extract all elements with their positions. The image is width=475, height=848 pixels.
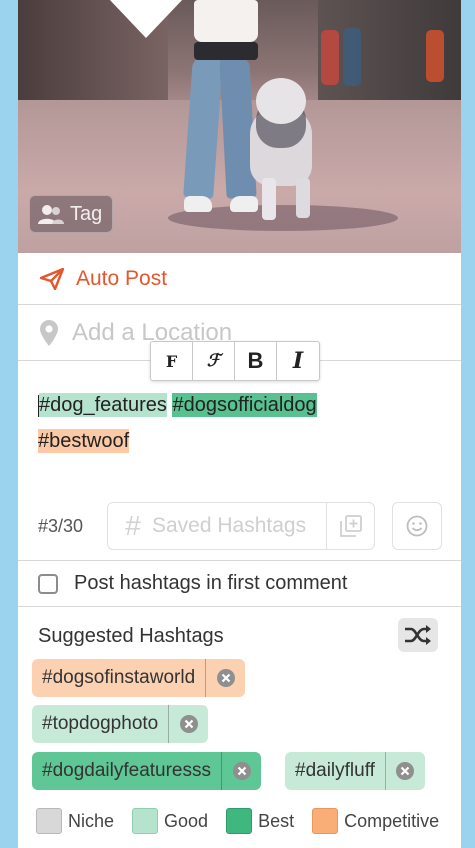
suggested-hashtag-chip[interactable]: #topdogphoto <box>32 705 209 743</box>
tag-button[interactable]: Tag <box>29 195 113 233</box>
auto-post-row[interactable]: Auto Post <box>18 253 461 305</box>
remove-chip-button[interactable] <box>221 752 261 790</box>
remove-chip-button[interactable] <box>168 705 208 743</box>
legend-item-niche: Niche <box>36 808 114 834</box>
post-photo[interactable]: Tag <box>18 0 461 253</box>
photo-bg-person <box>426 30 444 82</box>
suggested-hashtag-text[interactable]: #dailyfluff <box>285 760 385 782</box>
add-saved-hashtags-button[interactable] <box>326 503 374 549</box>
hash-icon: # <box>125 510 141 541</box>
caption-editor[interactable]: #dog_features #dogsofficialdog #bestwoof… <box>18 361 461 561</box>
close-circle-icon <box>179 715 198 733</box>
first-comment-label: Post hashtags in first comment <box>74 572 348 594</box>
remove-chip-button[interactable] <box>384 752 425 790</box>
close-circle-icon <box>232 762 251 780</box>
emoji-button[interactable] <box>392 502 442 550</box>
legend-swatch <box>312 808 339 834</box>
hashtag-legend: Niche Good Best Competitive <box>36 808 457 834</box>
legend-item-best: Best <box>226 808 294 834</box>
users-icon <box>38 205 64 224</box>
legend-label: Best <box>258 810 295 831</box>
photo-bg-person <box>321 30 339 85</box>
suggested-hashtag-chip[interactable]: #dogsofinstaworld <box>32 659 246 697</box>
caption-hashtag-best[interactable]: #dogsofficialdog <box>172 393 317 417</box>
legend-label: Niche <box>68 810 115 831</box>
photo-person-shoe <box>230 196 258 212</box>
map-pin-icon <box>40 319 58 346</box>
legend-item-good: Good <box>132 808 208 834</box>
script-font-button[interactable]: ℱ <box>193 342 235 380</box>
add-square-icon <box>339 515 362 537</box>
saved-hashtags-label: Saved Hashtags <box>152 514 307 537</box>
paper-plane-icon <box>40 267 64 290</box>
serif-font-button[interactable]: F <box>151 342 193 380</box>
italic-button[interactable]: I <box>277 342 319 380</box>
suggested-hashtags-title: Suggested Hashtags <box>38 625 224 647</box>
legend-label: Competitive <box>344 810 440 831</box>
shuffle-button[interactable] <box>398 618 438 652</box>
hashtag-counter: #3/30 <box>38 516 84 536</box>
suggested-hashtag-text[interactable]: #dogdailyfeaturesss <box>32 760 221 782</box>
caption-hashtag-good[interactable]: #dog_features <box>39 393 167 417</box>
auto-post-label: Auto Post <box>76 266 168 290</box>
suggested-hashtag-text[interactable]: #dogsofinstaworld <box>32 667 205 689</box>
photo-dog-leg <box>296 178 310 218</box>
photo-pointer-notch <box>108 0 184 38</box>
suggested-hashtag-chip[interactable]: #dogdailyfeaturesss <box>32 752 261 790</box>
text-format-toolbar: F ℱ B I <box>150 341 320 381</box>
legend-item-competitive: Competitive <box>312 808 439 834</box>
legend-label: Good <box>164 810 209 831</box>
photo-dog-leg <box>262 178 276 220</box>
bold-button[interactable]: B <box>235 342 277 380</box>
suggested-hashtag-chip[interactable]: #dailyfluff <box>285 752 425 790</box>
first-comment-checkbox[interactable] <box>38 573 58 594</box>
photo-person-shoe <box>184 196 212 212</box>
tag-button-label: Tag <box>70 202 103 225</box>
smiley-icon <box>406 515 428 537</box>
photo-bg-person <box>343 28 361 86</box>
caption-text[interactable]: #dog_features #dogsofficialdog #bestwoof <box>38 387 448 459</box>
remove-chip-button[interactable] <box>205 659 245 697</box>
post-editor-panel: Tag Auto Post Add a Location F ℱ B I #do… <box>18 0 461 848</box>
photo-person-belt <box>194 42 258 60</box>
photo-person-shirt <box>194 0 258 42</box>
caption-hashtag-competitive[interactable]: #bestwoof <box>38 429 130 453</box>
close-circle-icon <box>396 762 415 780</box>
photo-dog-head <box>256 78 306 124</box>
legend-swatch <box>36 808 62 834</box>
legend-swatch <box>226 808 253 834</box>
saved-hashtags-button[interactable]: # Saved Hashtags <box>107 502 375 550</box>
shuffle-icon <box>405 625 431 645</box>
first-comment-row[interactable]: Post hashtags in first comment <box>18 561 461 607</box>
close-circle-icon <box>216 669 235 687</box>
suggested-hashtag-text[interactable]: #topdogphoto <box>32 713 168 735</box>
legend-swatch <box>132 808 159 834</box>
